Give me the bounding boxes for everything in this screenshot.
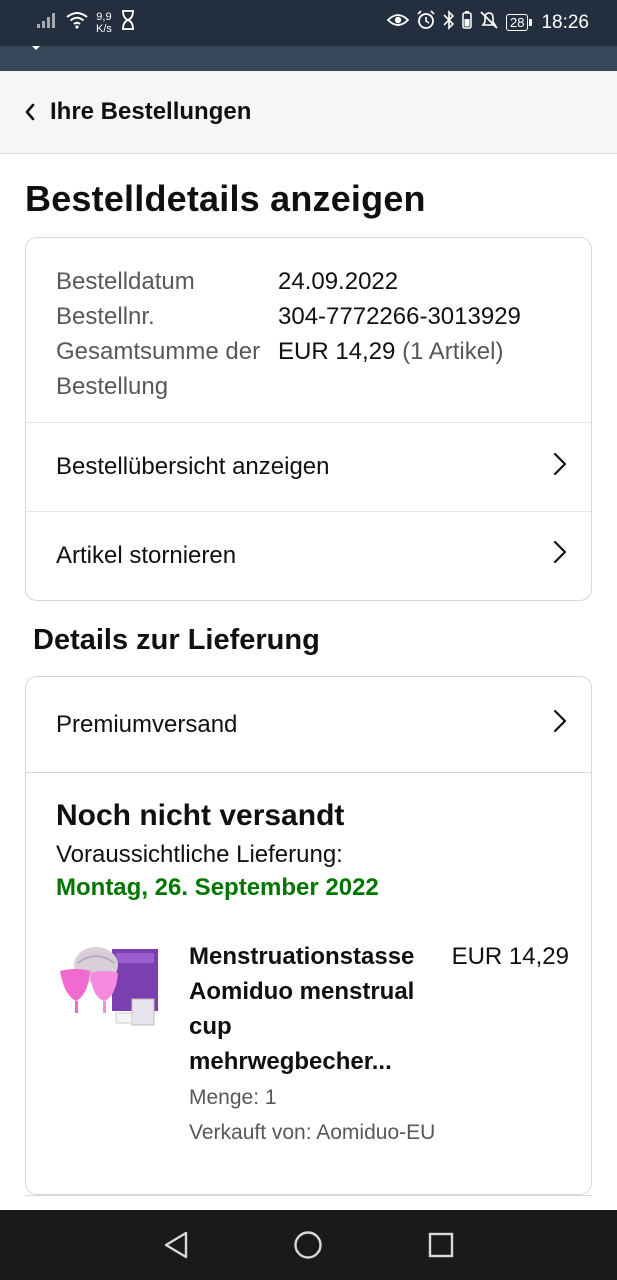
product-image[interactable] — [56, 943, 162, 1043]
order-date-row: Bestelldatum 24.09.2022 — [56, 264, 561, 299]
net-speed-unit: K/s — [96, 22, 112, 35]
shipping-method-label: Premiumversand — [56, 710, 238, 738]
order-date-label: Bestelldatum — [56, 268, 195, 295]
shipping-method-link[interactable]: Premiumversand — [26, 677, 591, 773]
divider — [25, 1195, 592, 1196]
battery-indicator: 28 — [505, 14, 534, 31]
vibrate-battery-icon — [462, 10, 472, 35]
hourglass-icon — [120, 10, 136, 35]
bluetooth-icon — [443, 10, 455, 35]
back-navigation-header[interactable]: Ihre Bestellungen — [0, 71, 617, 154]
chevron-right-icon — [553, 540, 567, 571]
clock: 18:26 — [541, 11, 589, 33]
status-bar: 9,9 K/s 28 18:26 — [0, 0, 617, 46]
back-link-label[interactable]: Ihre Bestellungen — [50, 98, 251, 126]
network-speed: 9,9 K/s — [96, 11, 112, 35]
delivery-section-title: Details zur Lieferung — [33, 624, 320, 656]
view-order-summary-label: Bestellübersicht anzeigen — [56, 453, 330, 480]
product-price: EUR 14,29 — [451, 943, 569, 970]
wifi-icon — [66, 11, 88, 34]
order-info: Bestelldatum 24.09.2022 Bestellnr. 304-7… — [26, 238, 591, 423]
order-item-count: (1 Artikel) — [402, 338, 504, 365]
system-navigation-bar — [0, 1210, 617, 1280]
order-total-label: Gesamtsumme der Bestellung — [56, 338, 261, 400]
expected-delivery-date: Montag, 26. September 2022 — [56, 874, 379, 901]
product-seller: Verkauft von: Aomiduo-EU — [189, 1121, 436, 1144]
shipment-details: Noch nicht versandt Voraussichtliche Lie… — [26, 773, 591, 1153]
square-recent-icon[interactable] — [421, 1225, 461, 1265]
order-number-label: Bestellnr. — [56, 303, 155, 330]
dropdown-caret-icon[interactable] — [32, 46, 40, 50]
chevron-right-icon — [553, 709, 567, 740]
order-date-value: 24.09.2022 — [278, 268, 399, 295]
triangle-back-icon[interactable] — [156, 1225, 196, 1265]
expected-delivery-label: Voraussichtliche Lieferung: — [56, 841, 343, 868]
circle-home-icon[interactable] — [288, 1225, 328, 1265]
product-title[interactable]: Menstruationstasse Aomiduo menstrual cup… — [189, 939, 439, 1079]
view-order-summary-link[interactable]: Bestellübersicht anzeigen — [26, 423, 591, 511]
chevron-left-icon[interactable] — [24, 103, 50, 121]
shipment-status: Noch nicht versandt — [56, 799, 345, 832]
eye-icon — [386, 12, 410, 33]
net-speed-value: 9,9 — [96, 10, 112, 23]
chevron-right-icon — [553, 452, 567, 483]
signal-icon — [36, 11, 58, 34]
mute-bell-icon — [479, 10, 499, 35]
delivery-card: Premiumversand Noch nicht versandt Vorau… — [25, 676, 592, 1195]
cancel-items-link[interactable]: Artikel stornieren — [26, 511, 591, 599]
order-number-value: 304-7772266-3013929 — [278, 303, 521, 330]
app-top-bar — [0, 46, 617, 71]
order-total-amount: EUR 14,29 — [278, 338, 396, 365]
order-item: Menstruationstasse Aomiduo menstrual cup… — [56, 943, 569, 1153]
order-info-card: Bestelldatum 24.09.2022 Bestellnr. 304-7… — [25, 237, 592, 601]
product-quantity: Menge: 1 — [189, 1086, 277, 1109]
order-total-value: EUR 14,29 (1 Artikel) — [278, 334, 503, 404]
cancel-items-label: Artikel stornieren — [56, 541, 237, 569]
page-title: Bestelldetails anzeigen — [25, 178, 426, 219]
order-total-row: Gesamtsumme der Bestellung EUR 14,29 (1 … — [56, 334, 561, 404]
order-number-row: Bestellnr. 304-7772266-3013929 — [56, 299, 561, 334]
alarm-icon — [416, 10, 436, 35]
